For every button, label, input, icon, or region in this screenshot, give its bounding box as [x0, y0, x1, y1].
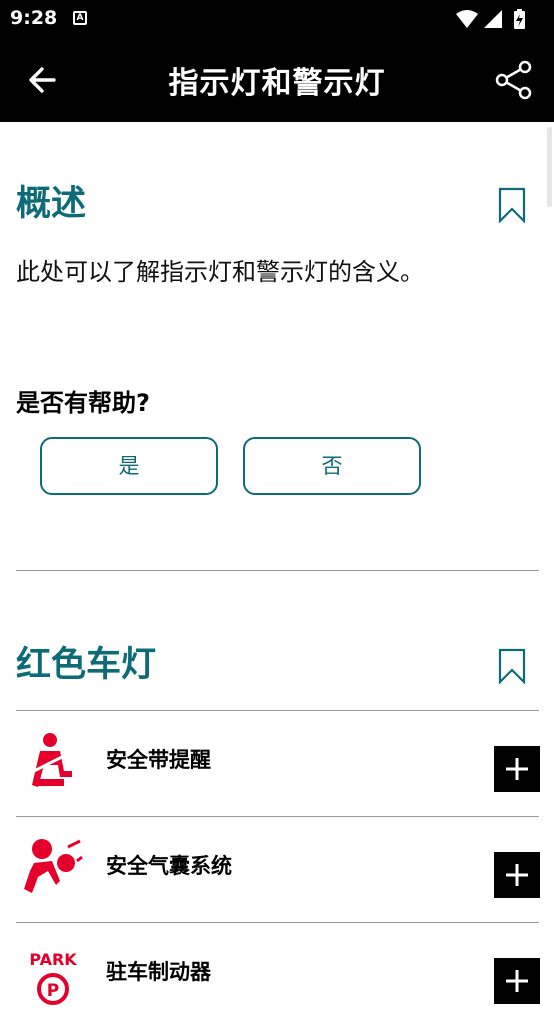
plus-icon: [506, 864, 528, 886]
plus-icon: [506, 758, 528, 780]
overview-description: 此处可以了解指示灯和警示灯的含义。: [16, 258, 424, 286]
signal-icon: [484, 10, 502, 28]
share-button[interactable]: [494, 60, 534, 100]
list-item-label: 安全带提醒: [106, 748, 211, 772]
svg-text:P: P: [47, 981, 59, 1001]
red-lights-title: 红色车灯: [16, 645, 157, 685]
notification-icon: A: [73, 11, 87, 25]
app-bar: 指示灯和警示灯: [0, 38, 554, 122]
helpful-question: 是否有帮助?: [16, 389, 150, 417]
bookmark-icon[interactable]: [498, 648, 526, 684]
page-title: 指示灯和警示灯: [168, 66, 386, 101]
list-item-seatbelt-reminder[interactable]: 安全带提醒: [0, 711, 554, 815]
yes-button[interactable]: 是: [40, 437, 218, 495]
parking-brake-icon: PARK P: [29, 950, 77, 1005]
bookmark-icon[interactable]: [498, 187, 526, 223]
no-button[interactable]: 否: [243, 437, 421, 495]
list-item-label: 驻车制动器: [106, 960, 211, 984]
scrollbar[interactable]: [547, 127, 552, 207]
status-time: 9:28: [10, 7, 58, 29]
expand-button[interactable]: [494, 746, 540, 792]
airbag-warning-icon: [24, 839, 83, 893]
divider: [16, 570, 539, 571]
list-item-label: 安全气囊系统: [106, 854, 232, 878]
status-bar: 9:28 A: [0, 0, 554, 38]
expand-button[interactable]: [494, 852, 540, 898]
list-item-parking-brake[interactable]: PARK P 驻车制动器: [0, 923, 554, 1027]
list-item-airbag-system[interactable]: 安全气囊系统: [0, 817, 554, 921]
park-text: PARK: [29, 950, 77, 969]
share-icon: [495, 60, 532, 100]
expand-button[interactable]: [494, 958, 540, 1004]
plus-icon: [506, 970, 528, 992]
overview-title: 概述: [16, 184, 87, 224]
wifi-icon: [456, 10, 478, 28]
seatbelt-warning-icon: [32, 733, 72, 787]
status-icons: [456, 9, 525, 29]
